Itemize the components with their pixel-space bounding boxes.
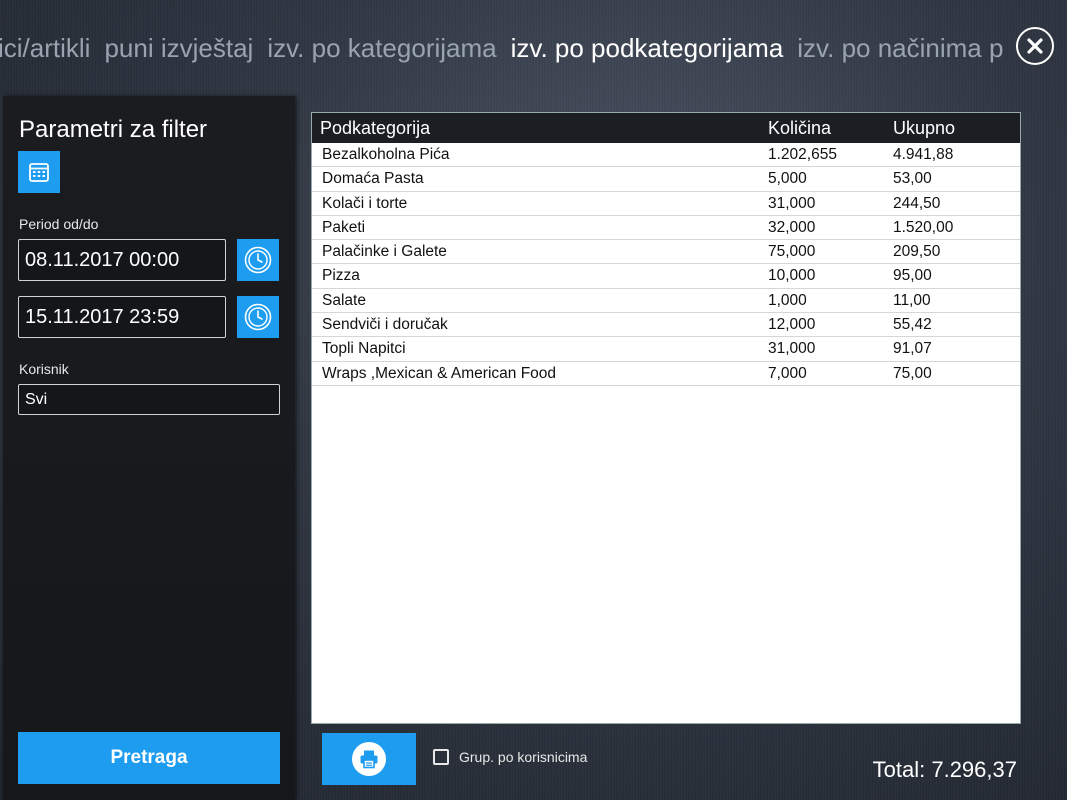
table-row[interactable]: Paketi 32,000 1.520,00 [312,216,1020,241]
tab-by-category[interactable]: izv. po kategorijama [265,33,498,64]
cell-quantity: 5,000 [768,170,807,188]
cell-quantity: 32,000 [768,218,816,236]
cell-quantity: 10,000 [768,267,816,285]
cell-total: 75,00 [893,364,932,382]
table-row[interactable]: Salate 1,000 11,00 [312,289,1020,314]
cell-subcategory: Salate [322,291,366,309]
group-by-user-checkbox[interactable] [433,749,449,765]
cell-quantity: 7,000 [768,364,807,382]
table-row[interactable]: Palačinke i Galete 75,000 209,50 [312,240,1020,265]
cell-total: 11,00 [893,291,931,309]
date-to-clock-button[interactable] [237,296,279,338]
tab-by-subcategory[interactable]: izv. po podkategorijama [509,33,786,64]
table-row[interactable]: Kolači i torte 31,000 244,50 [312,192,1020,216]
tab-full-report[interactable]: puni izvještaj [102,33,255,64]
cell-total: 209,50 [893,243,941,261]
cell-total: 244,50 [893,194,941,212]
close-icon [1027,38,1043,54]
table-header: Podkategorija Količina Ukupno [312,113,1020,143]
results-table: Podkategorija Količina Ukupno Bezalkohol… [311,112,1021,724]
printer-icon [360,750,378,769]
clock-icon [244,246,272,274]
table-row[interactable]: Pizza 10,000 95,00 [312,264,1020,289]
cell-subcategory: Wraps ,Mexican & American Food [322,364,557,382]
table-row[interactable]: Topli Napitci 31,000 91,07 [312,337,1020,362]
table-body: Bezalkoholna Pića 1.202,655 4.941,88 Domaća… [312,143,1020,386]
cell-total: 53,00 [893,170,932,188]
cell-quantity: 1,000 [768,291,807,309]
cell-subcategory: Palačinke i Galete [322,243,447,261]
date-to-field[interactable]: 15.11.2017 23:59 [18,296,226,338]
cell-total: 1.520,00 [893,218,954,236]
user-label: Korisnik [19,361,69,377]
cell-subcategory: Bezalkoholna Pića [322,146,450,163]
filter-title: Parametri za filter [19,116,208,143]
calendar-button[interactable] [18,151,60,193]
cell-total: 91,07 [893,340,932,358]
cell-quantity: 31,000 [768,194,816,212]
cell-quantity: 31,000 [768,340,816,358]
calendar-icon [29,163,49,182]
cell-subcategory: Domaća Pasta [322,170,424,188]
tab-by-payment-method[interactable]: izv. po načinima p [795,33,1005,64]
group-by-user-label: Grup. po korisnicima [459,749,588,765]
header-total[interactable]: Ukupno [893,118,955,139]
date-from-field[interactable]: 08.11.2017 00:00 [18,239,226,281]
cell-total: 55,42 [893,316,932,334]
user-select[interactable]: Svi [18,384,280,415]
header-quantity[interactable]: Količina [768,118,831,139]
cell-quantity: 1.202,655 [768,146,837,163]
tab-artikli[interactable]: ici/artikli [0,33,92,64]
cell-subcategory: Pizza [322,267,360,285]
cell-subcategory: Topli Napitci [322,340,406,358]
close-button[interactable] [1016,27,1054,65]
cell-quantity: 12,000 [768,316,816,334]
period-label: Period od/do [19,216,99,232]
cell-total: 95,00 [893,267,932,285]
table-row[interactable]: Wraps ,Mexican & American Food 7,000 75,00 [312,362,1020,386]
cell-subcategory: Sendviči i doručak [322,316,448,334]
search-button[interactable]: Pretraga [18,732,280,784]
grand-total: Total: 7.296,37 [872,757,1017,782]
cell-quantity: 75,000 [768,243,816,261]
table-row[interactable]: Sendviči i doručak 12,000 55,42 [312,313,1020,338]
header-subcategory[interactable]: Podkategorija [320,118,430,139]
date-from-clock-button[interactable] [237,239,279,281]
table-row[interactable]: Bezalkoholna Pića 1.202,655 4.941,88 [312,143,1020,168]
table-row[interactable]: Domaća Pasta 5,000 53,00 [312,167,1020,192]
report-tab-strip: ici/artikli puni izvještaj izv. po kateg… [0,0,1005,96]
cell-total: 4.941,88 [893,146,954,163]
clock-icon [244,303,272,331]
print-icon-circle [352,742,386,776]
cell-subcategory: Kolači i torte [322,194,408,212]
filter-panel: Parametri za filter Period od/do 08.11.2… [3,96,295,800]
cell-subcategory: Paketi [322,218,366,236]
print-button[interactable] [322,733,416,785]
